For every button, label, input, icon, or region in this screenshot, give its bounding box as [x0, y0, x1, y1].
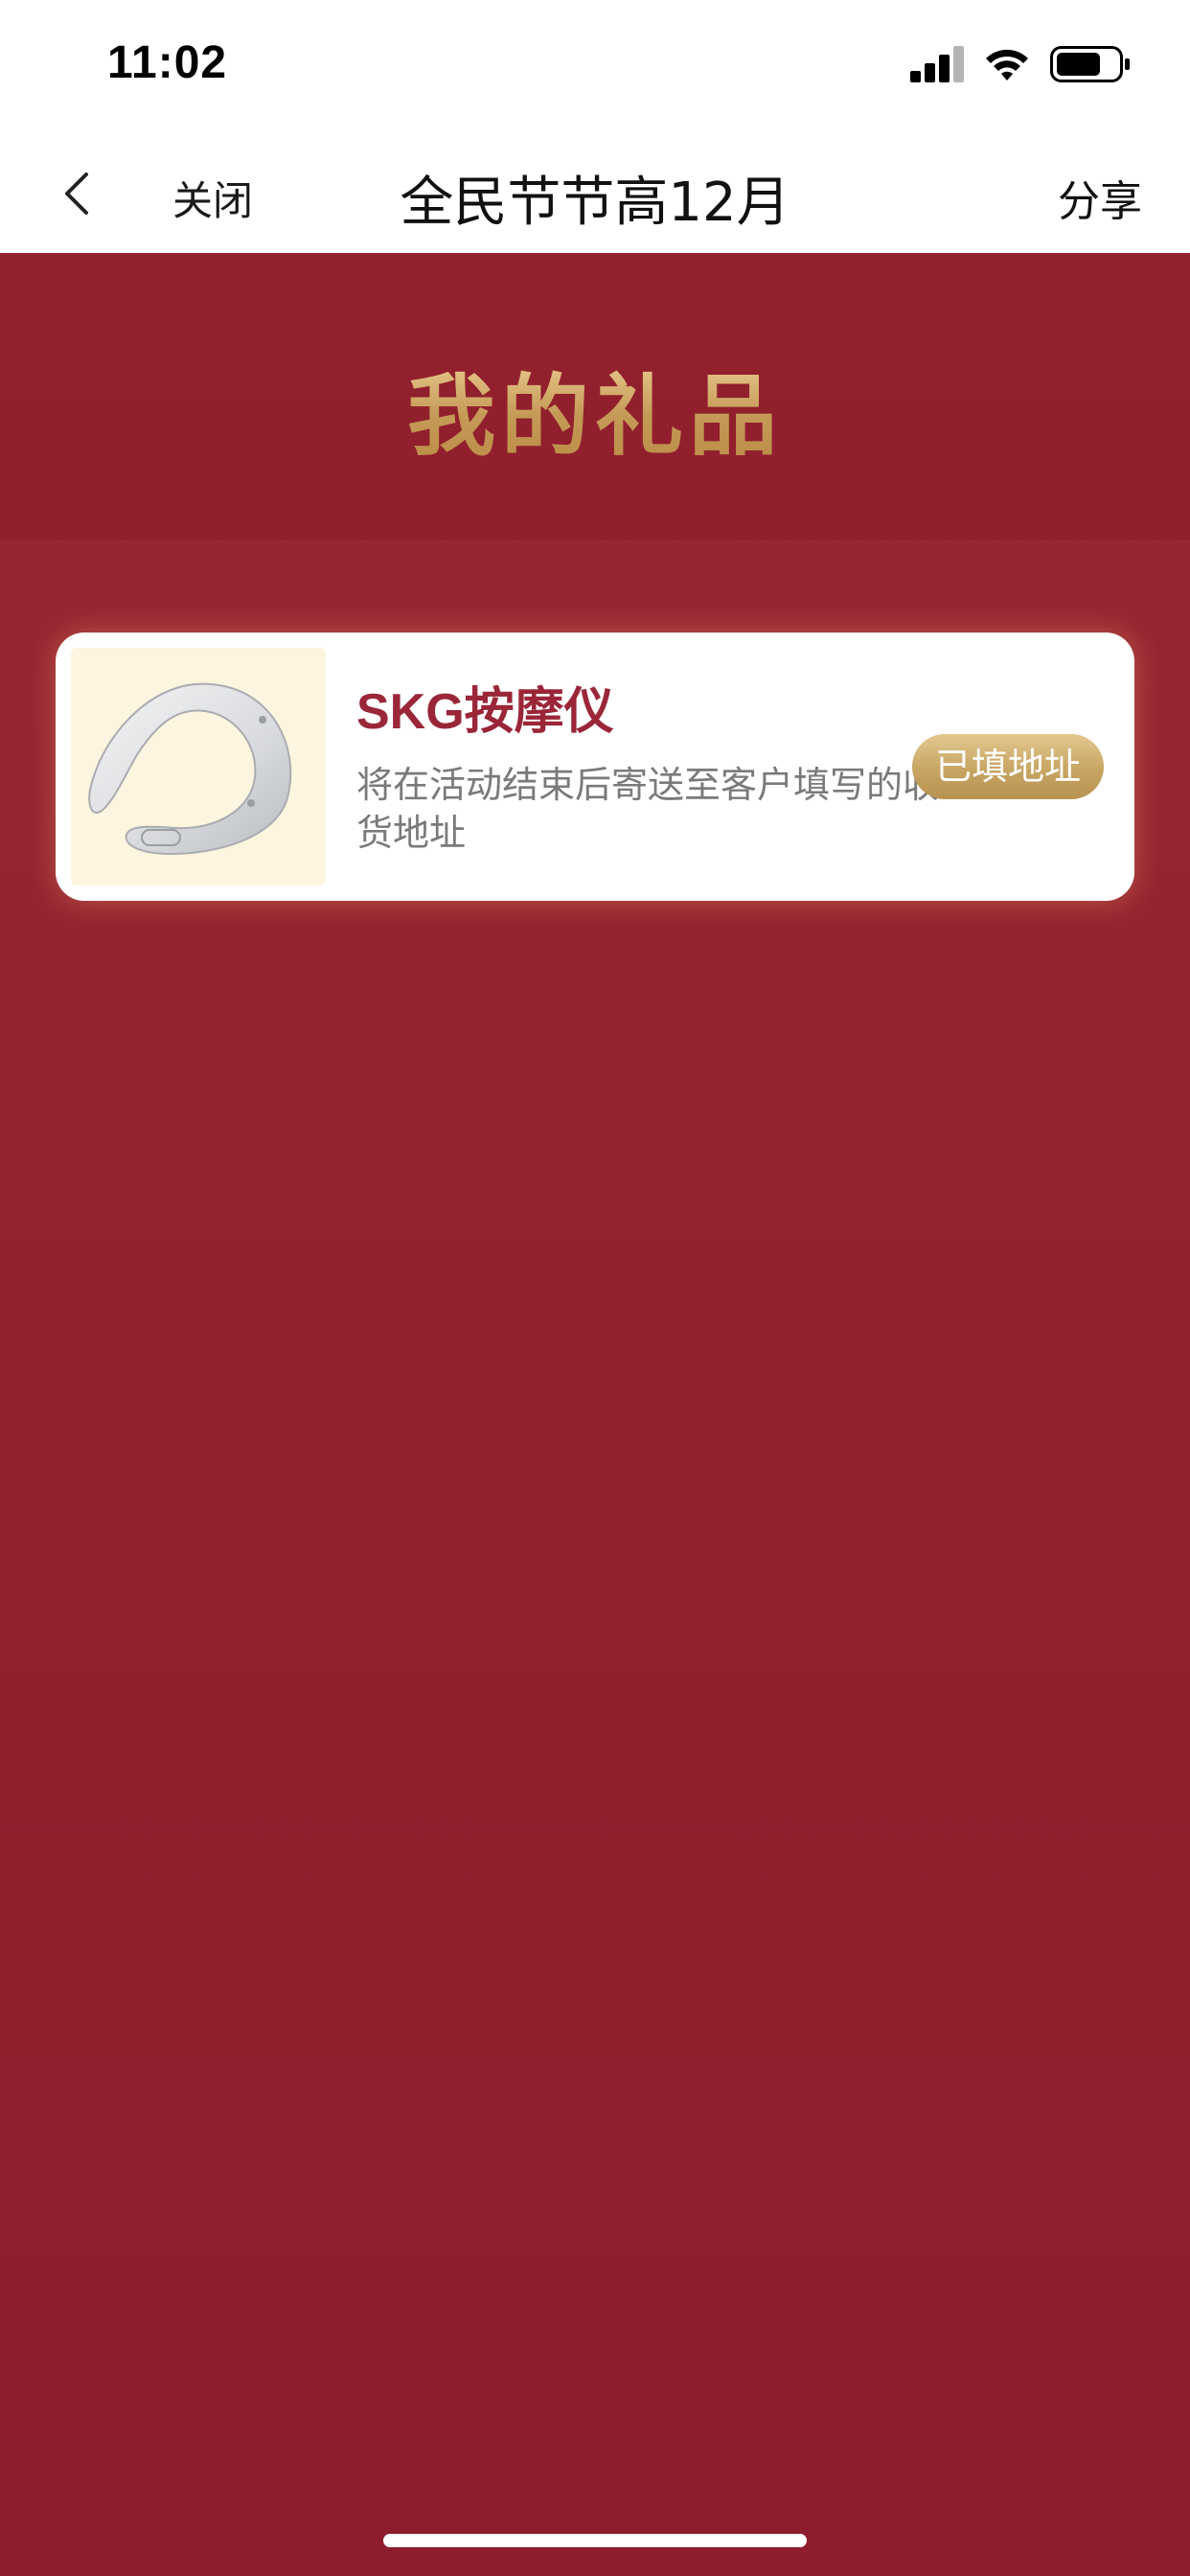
battery-icon — [1050, 46, 1131, 82]
neck-massager-image — [71, 648, 326, 886]
page-title: 全民节节高12月 — [400, 172, 790, 234]
nav-bar: 关闭 全民节节高12月 分享 — [0, 134, 1190, 253]
wifi-icon — [983, 44, 1031, 82]
my-gifts-title: 我的礼品 — [0, 345, 1190, 472]
gift-description: 将在活动结束后寄送至客户填写的收货地址 — [356, 764, 940, 854]
status-bar: 11:02 — [0, 0, 1190, 134]
status-icons — [910, 44, 1131, 86]
cellular-signal-icon — [910, 44, 964, 82]
share-button[interactable]: 分享 — [1058, 167, 1142, 228]
home-indicator[interactable] — [383, 2534, 807, 2547]
status-time: 11:02 — [107, 37, 228, 88]
gift-name: SKG按摩仪 — [356, 684, 614, 740]
address-filled-button[interactable]: 已填地址 — [912, 734, 1104, 799]
gift-card[interactable]: SKG按摩仪 将在活动结束后寄送至客户填写的收货地址 已填地址 — [56, 632, 1134, 901]
page: 11:02 关闭 全民节节高12月 分享 我的礼品 SKG按摩仪 将在活动结束后… — [0, 0, 1190, 2576]
